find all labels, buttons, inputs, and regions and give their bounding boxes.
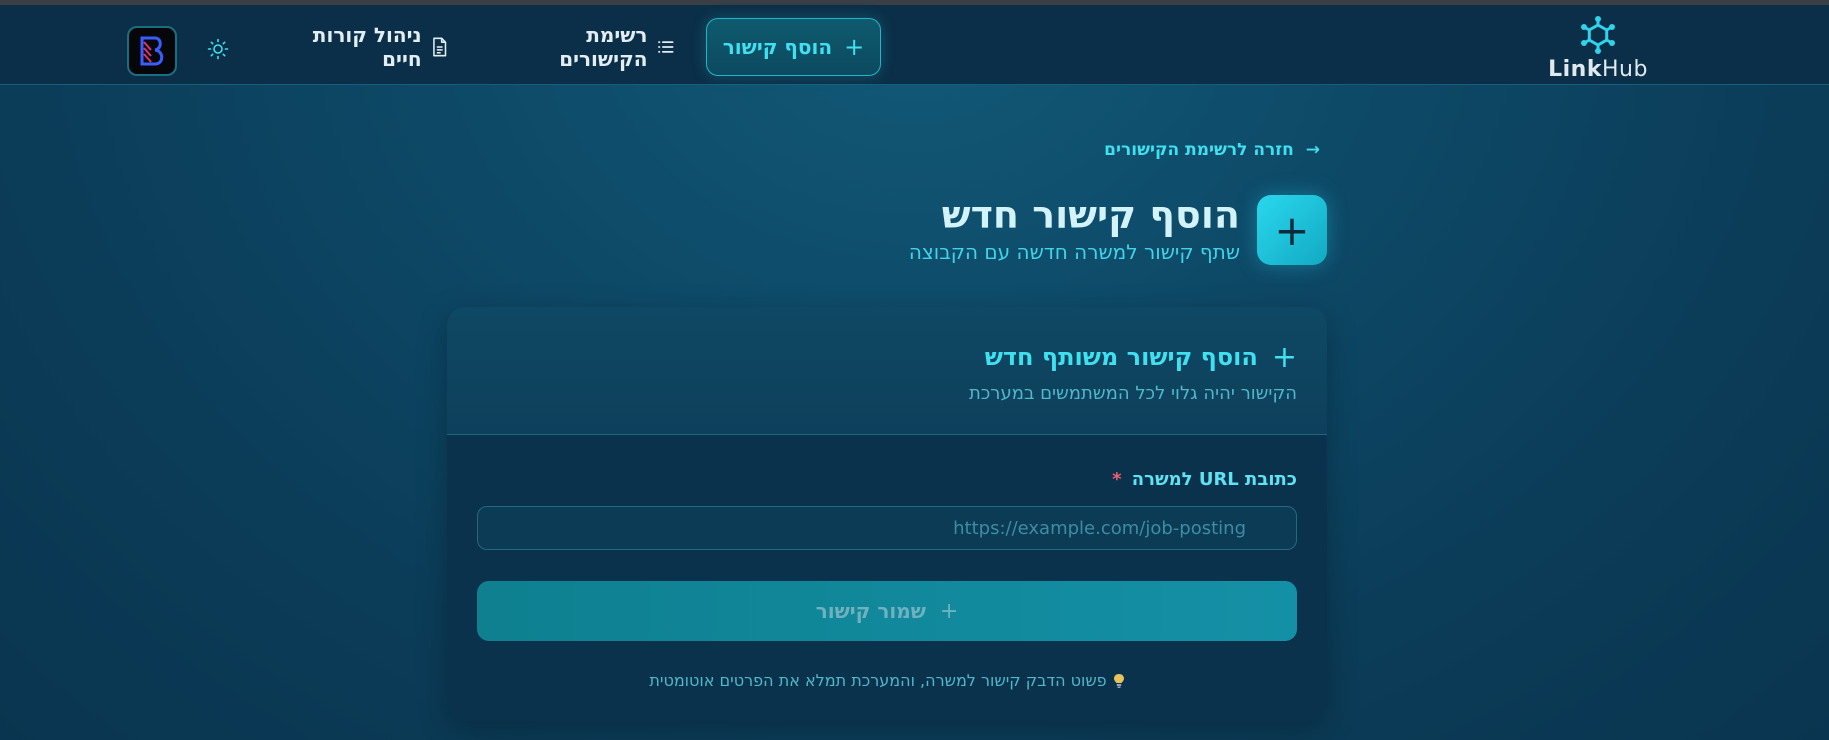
plus-icon: + xyxy=(844,33,865,61)
plus-icon: + xyxy=(939,598,959,624)
nav-links-list[interactable]: רשימת הקישורים xyxy=(495,23,675,71)
theme-toggle[interactable] xyxy=(207,38,229,60)
nav-add-link-button[interactable]: + הוסף קישור xyxy=(706,18,881,76)
plus-icon: + xyxy=(1271,339,1297,375)
brand-name-bold: Link xyxy=(1548,57,1602,82)
page-title-plus-icon: + xyxy=(1257,195,1327,265)
url-label-text: כתובת URL למשרה xyxy=(1131,469,1297,490)
logo[interactable]: LinkHub xyxy=(1548,15,1648,83)
list-icon xyxy=(658,41,674,53)
save-link-button[interactable]: + שמור קישור xyxy=(477,581,1297,641)
nav-cv-management-label: ניהול קורות חיים xyxy=(312,23,422,71)
hint-text: פשוט הדבק קישור למשרה, והמערכת תמלא את ה… xyxy=(447,671,1327,690)
network-hub-icon xyxy=(1581,16,1615,54)
required-mark: * xyxy=(1112,469,1122,490)
user-avatar-icon xyxy=(140,36,164,66)
back-link-label: חזרה לרשימת הקישורים xyxy=(1104,140,1294,160)
add-link-card: + הוסף קישור משותף חדש הקישור יהיה גלוי … xyxy=(447,307,1327,721)
card-title: + הוסף קישור משותף חדש xyxy=(985,339,1297,375)
brand-name: LinkHub xyxy=(1548,57,1648,82)
back-to-links-link[interactable]: → חזרה לרשימת הקישורים xyxy=(1090,136,1320,164)
page-title: הוסף קישור חדש xyxy=(941,193,1240,237)
card-header: + הוסף קישור משותף חדש הקישור יהיה גלוי … xyxy=(447,307,1327,435)
avatar[interactable] xyxy=(127,26,177,76)
card-subtitle: הקישור יהיה גלוי לכל המשתמשים במערכת xyxy=(968,383,1297,404)
nav-links-list-label: רשימת הקישורים xyxy=(559,23,648,71)
url-field-label: כתובת URL למשרה * xyxy=(897,469,1297,490)
arrow-right-icon: → xyxy=(1305,140,1320,160)
url-input[interactable] xyxy=(477,506,1297,550)
document-icon xyxy=(432,37,446,57)
nav-add-link-label: הוסף קישור xyxy=(722,35,833,59)
top-navbar: LinkHub + הוסף קישור רשימת הקישורים ניהו… xyxy=(0,5,1829,85)
save-link-label: שמור קישור xyxy=(815,599,926,623)
hint-label: פשוט הדבק קישור למשרה, והמערכת תמלא את ה… xyxy=(649,671,1107,690)
card-title-label: הוסף קישור משותף חדש xyxy=(984,343,1258,371)
brand-name-light: Hub xyxy=(1601,57,1648,82)
lightbulb-icon xyxy=(1113,673,1124,688)
page-subtitle: שתף קישור למשרה חדשה עם הקבוצה xyxy=(908,240,1240,264)
sun-icon xyxy=(207,38,229,60)
nav-cv-management[interactable]: ניהול קורות חיים xyxy=(272,23,447,71)
